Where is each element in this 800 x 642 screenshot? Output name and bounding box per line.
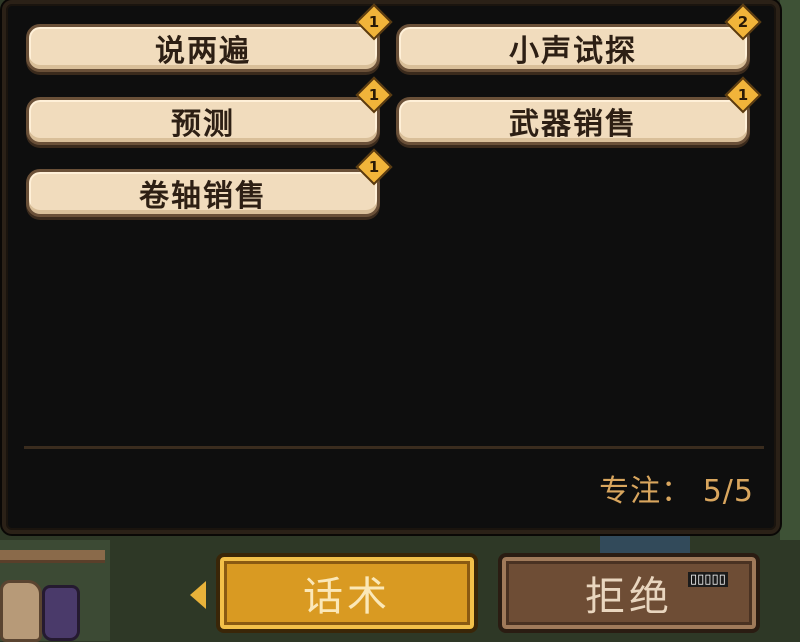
background-potion-jar [42,585,80,641]
option-label: 武器销售 [509,107,637,142]
dialogue-options-panel [2,0,780,534]
option-label: 卷轴销售 [139,179,267,214]
refuse-button[interactable]: 拒绝 [498,553,760,633]
shelf-plank [0,550,105,563]
option-label: 小声试探 [509,34,637,69]
option-scroll-sales[interactable]: 卷轴销售 [26,169,380,217]
option-say-twice[interactable]: 说两遍 [26,24,380,72]
refuse-button-label: 拒绝 [585,574,673,620]
count-badge-value: 1 [368,13,380,31]
background-sack [0,580,42,642]
talk-button[interactable]: 话术 [190,553,478,633]
focus-counter: 专注： 5/5 [599,474,754,509]
background-foliage [780,0,800,540]
option-weapon-sales[interactable]: 武器销售 [396,97,750,145]
option-whisper-probe[interactable]: 小声试探 [396,24,750,72]
count-badge-value: 1 [368,158,380,176]
count-badge-value: 2 [737,13,749,31]
count-badge-value: 1 [737,86,749,104]
option-label: 预测 [171,107,235,142]
count-badge-value: 1 [368,86,380,104]
talk-button-label: 话术 [303,574,391,620]
option-label: 说两遍 [155,34,251,69]
refuse-key-hint: ▯▯▯▯▯ [688,572,728,587]
option-predict[interactable]: 预测 [26,97,380,145]
panel-divider [24,446,764,449]
